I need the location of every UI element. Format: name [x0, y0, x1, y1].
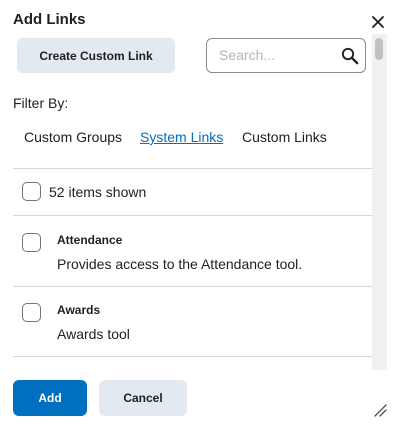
tab-custom-links[interactable]: Custom Links — [242, 129, 327, 145]
divider — [13, 215, 372, 216]
item-title: Awards — [57, 303, 101, 317]
add-links-dialog: Add Links Create Custom Link Filter By: … — [0, 0, 400, 431]
item-checkbox-awards[interactable] — [22, 303, 41, 322]
scrollbar-track[interactable] — [372, 34, 387, 370]
tab-system-links[interactable]: System Links — [140, 129, 223, 145]
items-count-label: 52 items shown — [49, 184, 147, 200]
dialog-title: Add Links — [13, 11, 86, 28]
divider — [13, 286, 372, 287]
divider — [13, 356, 372, 357]
divider — [13, 168, 372, 169]
create-custom-link-button[interactable]: Create Custom Link — [17, 38, 175, 73]
tab-custom-groups[interactable]: Custom Groups — [24, 129, 122, 145]
search-input[interactable] — [219, 47, 329, 63]
add-button[interactable]: Add — [13, 380, 87, 416]
select-all-checkbox[interactable] — [22, 182, 41, 201]
item-checkbox-attendance[interactable] — [22, 233, 41, 252]
filter-tabs: Custom Groups System Links Custom Links — [0, 129, 372, 169]
cancel-button[interactable]: Cancel — [99, 380, 187, 416]
resize-handle-icon[interactable] — [373, 403, 387, 417]
dialog-content[interactable]: Create Custom Link Filter By: Custom Gro… — [0, 30, 372, 370]
search-box — [206, 38, 366, 73]
close-icon[interactable] — [368, 12, 388, 32]
search-icon[interactable] — [341, 47, 359, 65]
item-description: Provides access to the Attendance tool. — [57, 256, 303, 272]
filter-label: Filter By: — [13, 95, 69, 111]
scrollbar-thumb[interactable] — [375, 38, 383, 60]
item-description: Awards tool — [57, 326, 130, 342]
item-title: Attendance — [57, 233, 123, 247]
